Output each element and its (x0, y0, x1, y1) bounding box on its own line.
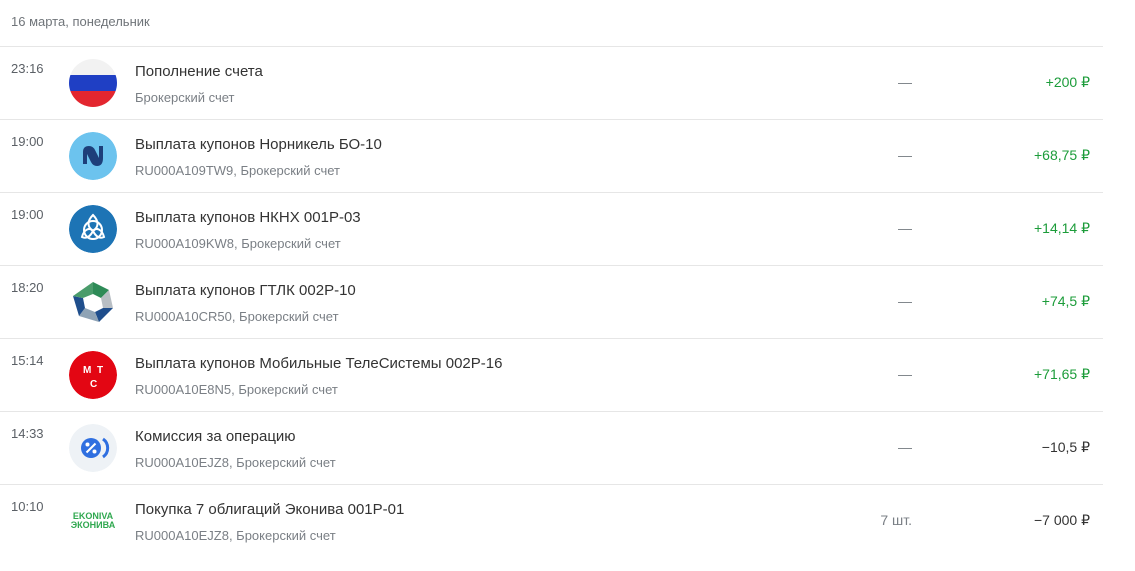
operation-amount: +71,65 ₽ (1033, 366, 1090, 382)
operation-amount: +68,75 ₽ (1033, 147, 1090, 163)
date-header: 16 марта, понедельник (11, 14, 150, 29)
operation-time: 19:00 (11, 134, 44, 149)
operation-row-coupon-mts[interactable]: 15:14 М Т С Выплата купонов Мобильные Те… (0, 338, 1103, 411)
russia-flag-icon (69, 59, 117, 107)
operations-list: 23:16 Пополнение счета Брокерский счет —… (0, 46, 1103, 557)
operation-row-coupon-gtlk[interactable]: 18:20 Выплата купонов ГТЛК 002Р-10 RU000… (0, 265, 1103, 338)
operation-row-commission[interactable]: 14:33 Комиссия за операцию RU000A10EJZ8,… (0, 411, 1103, 484)
operation-subtitle: RU000A109TW9, Брокерский счет (135, 163, 340, 178)
operation-time: 19:00 (11, 207, 44, 222)
operation-amount: +74,5 ₽ (1041, 293, 1090, 309)
operation-subtitle: RU000A10E8N5, Брокерский счет (135, 382, 338, 397)
operation-time: 23:16 (11, 61, 44, 76)
nknh-logo-icon (69, 205, 117, 253)
operation-amount: −7 000 ₽ (1033, 512, 1090, 528)
operation-amount: −10,5 ₽ (1041, 439, 1090, 455)
operation-quantity: 7 шт. (880, 512, 912, 528)
operation-time: 15:14 (11, 353, 44, 368)
gtlk-logo-icon (69, 278, 117, 326)
operation-title: Комиссия за операцию (135, 428, 296, 445)
operations-page: 16 марта, понедельник 23:16 Пополнение с… (0, 0, 1135, 571)
mts-logo-icon: М Т С (69, 351, 117, 399)
operation-title: Покупка 7 облигаций Эконива 001Р-01 (135, 501, 405, 518)
operation-subtitle: RU000A109KW8, Брокерский счет (135, 236, 341, 251)
operation-title: Выплата купонов Мобильные ТелеСистемы 00… (135, 355, 503, 372)
operation-row-deposit[interactable]: 23:16 Пополнение счета Брокерский счет —… (0, 46, 1103, 119)
operation-subtitle: RU000A10EJZ8, Брокерский счет (135, 528, 336, 543)
operation-row-coupon-nknh[interactable]: 19:00 Выплата купонов НКНХ 001Р-03 RU000… (0, 192, 1103, 265)
commission-percent-icon (69, 424, 117, 472)
svg-text:С: С (90, 379, 97, 390)
operation-quantity: — (898, 147, 912, 163)
operation-quantity: — (898, 439, 912, 455)
svg-text:М: М (83, 365, 91, 376)
operation-title: Пополнение счета (135, 63, 263, 80)
operation-quantity: — (898, 220, 912, 236)
operation-title: Выплата купонов НКНХ 001Р-03 (135, 209, 361, 226)
operation-quantity: — (898, 74, 912, 90)
operation-time: 14:33 (11, 426, 44, 441)
operation-amount: +14,14 ₽ (1033, 220, 1090, 236)
operation-row-coupon-nornickel[interactable]: 19:00 Выплата купонов Норникель БО-10 RU… (0, 119, 1103, 192)
operation-subtitle: RU000A10CR50, Брокерский счет (135, 309, 339, 324)
operation-title: Выплата купонов ГТЛК 002Р-10 (135, 282, 356, 299)
operation-subtitle: Брокерский счет (135, 90, 235, 105)
operation-amount: +200 ₽ (1045, 74, 1090, 90)
operation-quantity: — (898, 293, 912, 309)
nornickel-logo-icon (69, 132, 117, 180)
operation-row-purchase-ekoniva[interactable]: 10:10 EKONIVA ЭКОНИВА Покупка 7 облигаци… (0, 484, 1103, 557)
operation-subtitle: RU000A10EJZ8, Брокерский счет (135, 455, 336, 470)
svg-text:ЭКОНИВА: ЭКОНИВА (71, 520, 116, 530)
svg-text:Т: Т (97, 365, 103, 376)
operation-quantity: — (898, 366, 912, 382)
operation-time: 18:20 (11, 280, 44, 295)
ekoniva-logo-icon: EKONIVA ЭКОНИВА (69, 497, 117, 545)
operation-title: Выплата купонов Норникель БО-10 (135, 136, 382, 153)
operation-time: 10:10 (11, 499, 44, 514)
